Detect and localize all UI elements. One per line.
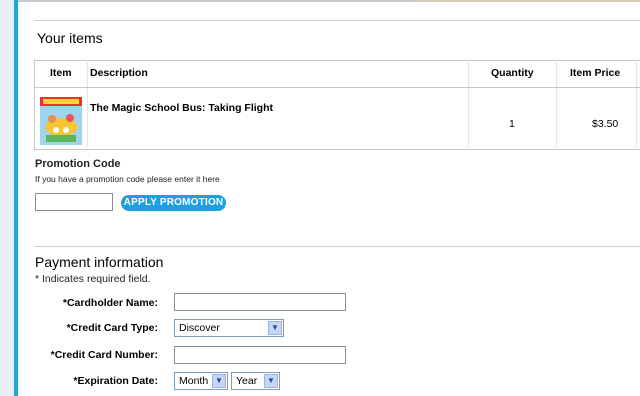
expiration-year-value: Year xyxy=(236,375,258,387)
expiration-month-select[interactable]: Month ▼ xyxy=(174,372,228,390)
item-quantity: 1 xyxy=(509,118,515,130)
column-header-description: Description xyxy=(90,67,148,79)
column-header-item-price: Item Price xyxy=(570,67,621,79)
items-table: Item Description Quantity Item Price The… xyxy=(34,60,640,150)
apply-promotion-button[interactable]: APPLY PROMOTION xyxy=(121,195,226,211)
expiration-year-select[interactable]: Year ▼ xyxy=(231,372,280,390)
table-header-divider xyxy=(35,87,640,88)
chevron-down-icon[interactable]: ▼ xyxy=(212,374,226,388)
credit-card-type-label: *Credit Card Type: xyxy=(66,322,158,334)
item-price: $3.50 xyxy=(592,118,619,130)
promotion-code-hint: If you have a promotion code please ente… xyxy=(35,174,220,184)
item-description[interactable]: The Magic School Bus: Taking Flight xyxy=(90,102,273,114)
left-border xyxy=(0,0,18,396)
section-divider xyxy=(34,246,640,247)
column-header-item: Item xyxy=(50,67,72,79)
column-header-quantity: Quantity xyxy=(491,67,534,79)
top-strip xyxy=(18,0,640,2)
cardholder-name-input[interactable] xyxy=(174,293,346,311)
items-section-title: Your items xyxy=(37,30,103,46)
expiration-date-label: *Expiration Date: xyxy=(73,375,158,387)
expiration-month-value: Month xyxy=(179,375,209,387)
top-divider xyxy=(34,20,640,21)
credit-card-type-select[interactable]: Discover ▼ xyxy=(174,319,284,337)
promotion-code-input[interactable] xyxy=(35,193,113,211)
chevron-down-icon[interactable]: ▼ xyxy=(268,321,282,335)
chevron-down-icon[interactable]: ▼ xyxy=(264,374,278,388)
payment-information-title: Payment information xyxy=(35,254,164,270)
required-field-note: * Indicates required field. xyxy=(35,273,151,285)
credit-card-type-value: Discover xyxy=(179,322,220,334)
cardholder-name-label: *Cardholder Name: xyxy=(62,297,158,309)
promotion-code-title: Promotion Code xyxy=(35,158,121,170)
credit-card-number-input[interactable] xyxy=(174,346,346,364)
left-accent-bar xyxy=(14,0,18,396)
credit-card-number-label: *Credit Card Number: xyxy=(50,349,158,361)
book-cover-image[interactable] xyxy=(40,97,82,145)
